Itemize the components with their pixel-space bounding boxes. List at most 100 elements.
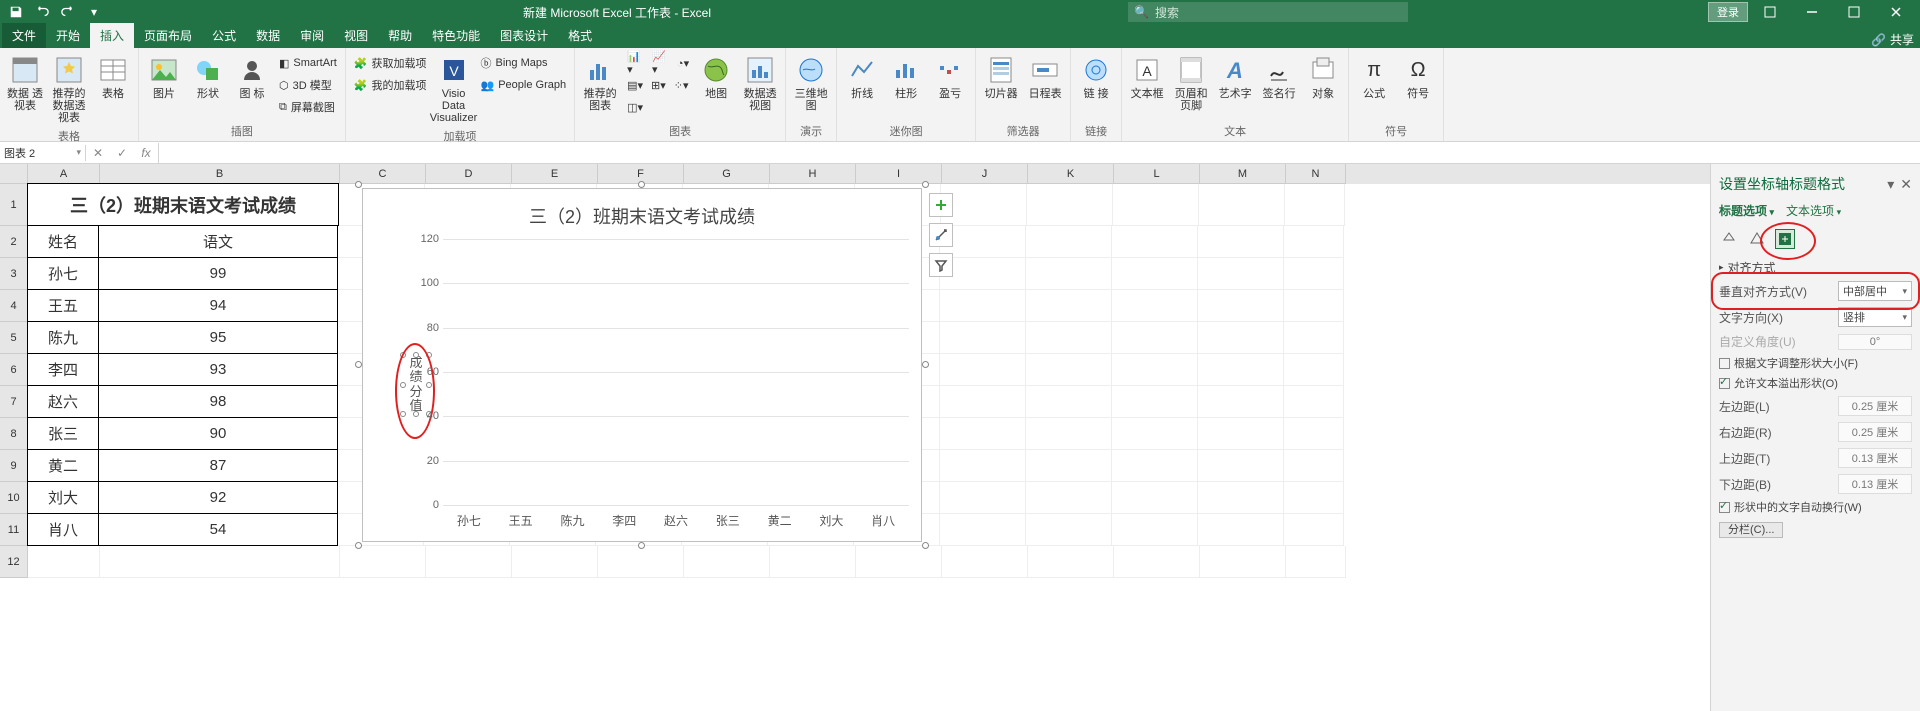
row-header[interactable]: 8: [0, 418, 28, 450]
qat-customize-icon[interactable]: ▾: [82, 2, 106, 22]
cell[interactable]: [770, 546, 856, 578]
table-cell[interactable]: 陈九: [27, 321, 99, 354]
cell[interactable]: [1198, 514, 1284, 546]
row-header[interactable]: 9: [0, 450, 28, 482]
cell[interactable]: [1198, 322, 1284, 354]
col-header[interactable]: J: [942, 164, 1028, 184]
table-header-cell[interactable]: 语文: [98, 225, 338, 258]
tab-data[interactable]: 数据: [246, 23, 290, 48]
link-button[interactable]: 链 接: [1075, 52, 1117, 121]
3dmap-button[interactable]: 三维地 图: [790, 52, 832, 121]
cancel-icon[interactable]: ✕: [86, 143, 110, 163]
columns-button[interactable]: 分栏(C)...: [1719, 522, 1783, 538]
smartart-button[interactable]: ◧SmartArt: [275, 52, 341, 74]
pane-dropdown-icon[interactable]: ▾: [1887, 176, 1894, 193]
col-header[interactable]: G: [684, 164, 770, 184]
cell[interactable]: [1284, 354, 1344, 386]
shapes-button[interactable]: 形状: [187, 52, 229, 121]
chart-elements-button[interactable]: [929, 193, 953, 217]
cell[interactable]: [1284, 418, 1344, 450]
row-header[interactable]: 10: [0, 482, 28, 514]
row-header[interactable]: 7: [0, 386, 28, 418]
close-icon[interactable]: [1876, 2, 1916, 22]
table-button[interactable]: 表格: [92, 52, 134, 126]
col-header[interactable]: C: [340, 164, 426, 184]
chart-title[interactable]: 三（2）班期末语文考试成绩: [363, 189, 921, 229]
chart-pie-icon[interactable]: ◔▾: [673, 52, 693, 74]
enter-icon[interactable]: ✓: [110, 143, 134, 163]
tab-format[interactable]: 格式: [558, 23, 602, 48]
cell[interactable]: [1026, 450, 1112, 482]
row-header[interactable]: 2: [0, 226, 28, 258]
cell[interactable]: [1112, 322, 1198, 354]
icons-button[interactable]: 图 标: [231, 52, 273, 121]
col-header[interactable]: K: [1028, 164, 1114, 184]
cell[interactable]: [1198, 482, 1284, 514]
table-cell[interactable]: 87: [98, 449, 338, 482]
section-alignment[interactable]: ▸对齐方式: [1719, 253, 1912, 278]
screenshot-button[interactable]: ⧉屏幕截图: [275, 96, 341, 118]
col-header[interactable]: L: [1114, 164, 1200, 184]
row-header[interactable]: 12: [0, 546, 28, 578]
overflow-checkbox[interactable]: 允许文本溢出形状(O): [1719, 373, 1912, 393]
fx-icon[interactable]: fx: [134, 143, 158, 163]
cell[interactable]: [1112, 258, 1198, 290]
tab-help[interactable]: 帮助: [378, 23, 422, 48]
redo-icon[interactable]: [56, 2, 80, 22]
recommend-charts-button[interactable]: 推荐的 图表: [579, 52, 621, 121]
chart-styles-button[interactable]: [929, 223, 953, 247]
row-header[interactable]: 5: [0, 322, 28, 354]
table-title-cell[interactable]: 三（2）班期末语文考试成绩: [27, 183, 339, 226]
table-header-cell[interactable]: 姓名: [27, 225, 99, 258]
sparkline-winloss-button[interactable]: 盈亏: [929, 52, 971, 121]
recommend-pivot-button[interactable]: 推荐的 数据透视表: [48, 52, 90, 126]
cell[interactable]: [1026, 386, 1112, 418]
fill-line-icon[interactable]: [1719, 229, 1739, 249]
chart-hier-icon[interactable]: ▤▾: [623, 74, 647, 96]
row-header[interactable]: 4: [0, 290, 28, 322]
cell[interactable]: [1284, 450, 1344, 482]
cell[interactable]: [1284, 258, 1344, 290]
cell[interactable]: [1198, 290, 1284, 322]
cell[interactable]: [1026, 322, 1112, 354]
tab-insert[interactable]: 插入: [90, 23, 134, 48]
cell[interactable]: [1284, 514, 1344, 546]
cell[interactable]: [1112, 418, 1198, 450]
cell[interactable]: [940, 290, 1026, 322]
cell[interactable]: [1026, 226, 1112, 258]
chart-scatter-icon[interactable]: ⁘▾: [670, 74, 693, 96]
margin-bottom-input[interactable]: 0.13 厘米: [1838, 474, 1912, 494]
pane-tab-title-options[interactable]: 标题选项: [1719, 202, 1774, 219]
symbol-button[interactable]: Ω符号: [1397, 52, 1439, 121]
cell[interactable]: [1198, 258, 1284, 290]
size-properties-icon[interactable]: [1775, 229, 1795, 249]
ribbon-display-options-icon[interactable]: [1750, 2, 1790, 22]
bingmaps-button[interactable]: ⓑBing Maps: [477, 52, 571, 74]
undo-icon[interactable]: [30, 2, 54, 22]
cell[interactable]: [1284, 386, 1344, 418]
select-all-corner[interactable]: [0, 164, 28, 184]
sparkline-line-button[interactable]: 折线: [841, 52, 883, 121]
table-cell[interactable]: 赵六: [27, 385, 99, 418]
chart-col-icon[interactable]: 📊▾: [623, 52, 648, 74]
minimize-icon[interactable]: [1792, 2, 1832, 22]
margin-top-input[interactable]: 0.13 厘米: [1838, 448, 1912, 468]
cell[interactable]: [340, 546, 426, 578]
cell[interactable]: [1112, 514, 1198, 546]
table-cell[interactable]: 王五: [27, 289, 99, 322]
cell[interactable]: [940, 354, 1026, 386]
col-header[interactable]: I: [856, 164, 942, 184]
cell[interactable]: [1284, 482, 1344, 514]
cell[interactable]: [940, 386, 1026, 418]
cell[interactable]: [1026, 482, 1112, 514]
cell[interactable]: [1284, 226, 1344, 258]
slicer-button[interactable]: 切片器: [980, 52, 1022, 121]
col-header[interactable]: B: [100, 164, 340, 184]
cell[interactable]: [1198, 386, 1284, 418]
signature-button[interactable]: 签名行: [1258, 52, 1300, 121]
pivotchart-button[interactable]: 数据透视图: [739, 52, 781, 121]
cell[interactable]: [1112, 354, 1198, 386]
col-header[interactable]: D: [426, 164, 512, 184]
cell[interactable]: [426, 546, 512, 578]
cell[interactable]: [512, 546, 598, 578]
